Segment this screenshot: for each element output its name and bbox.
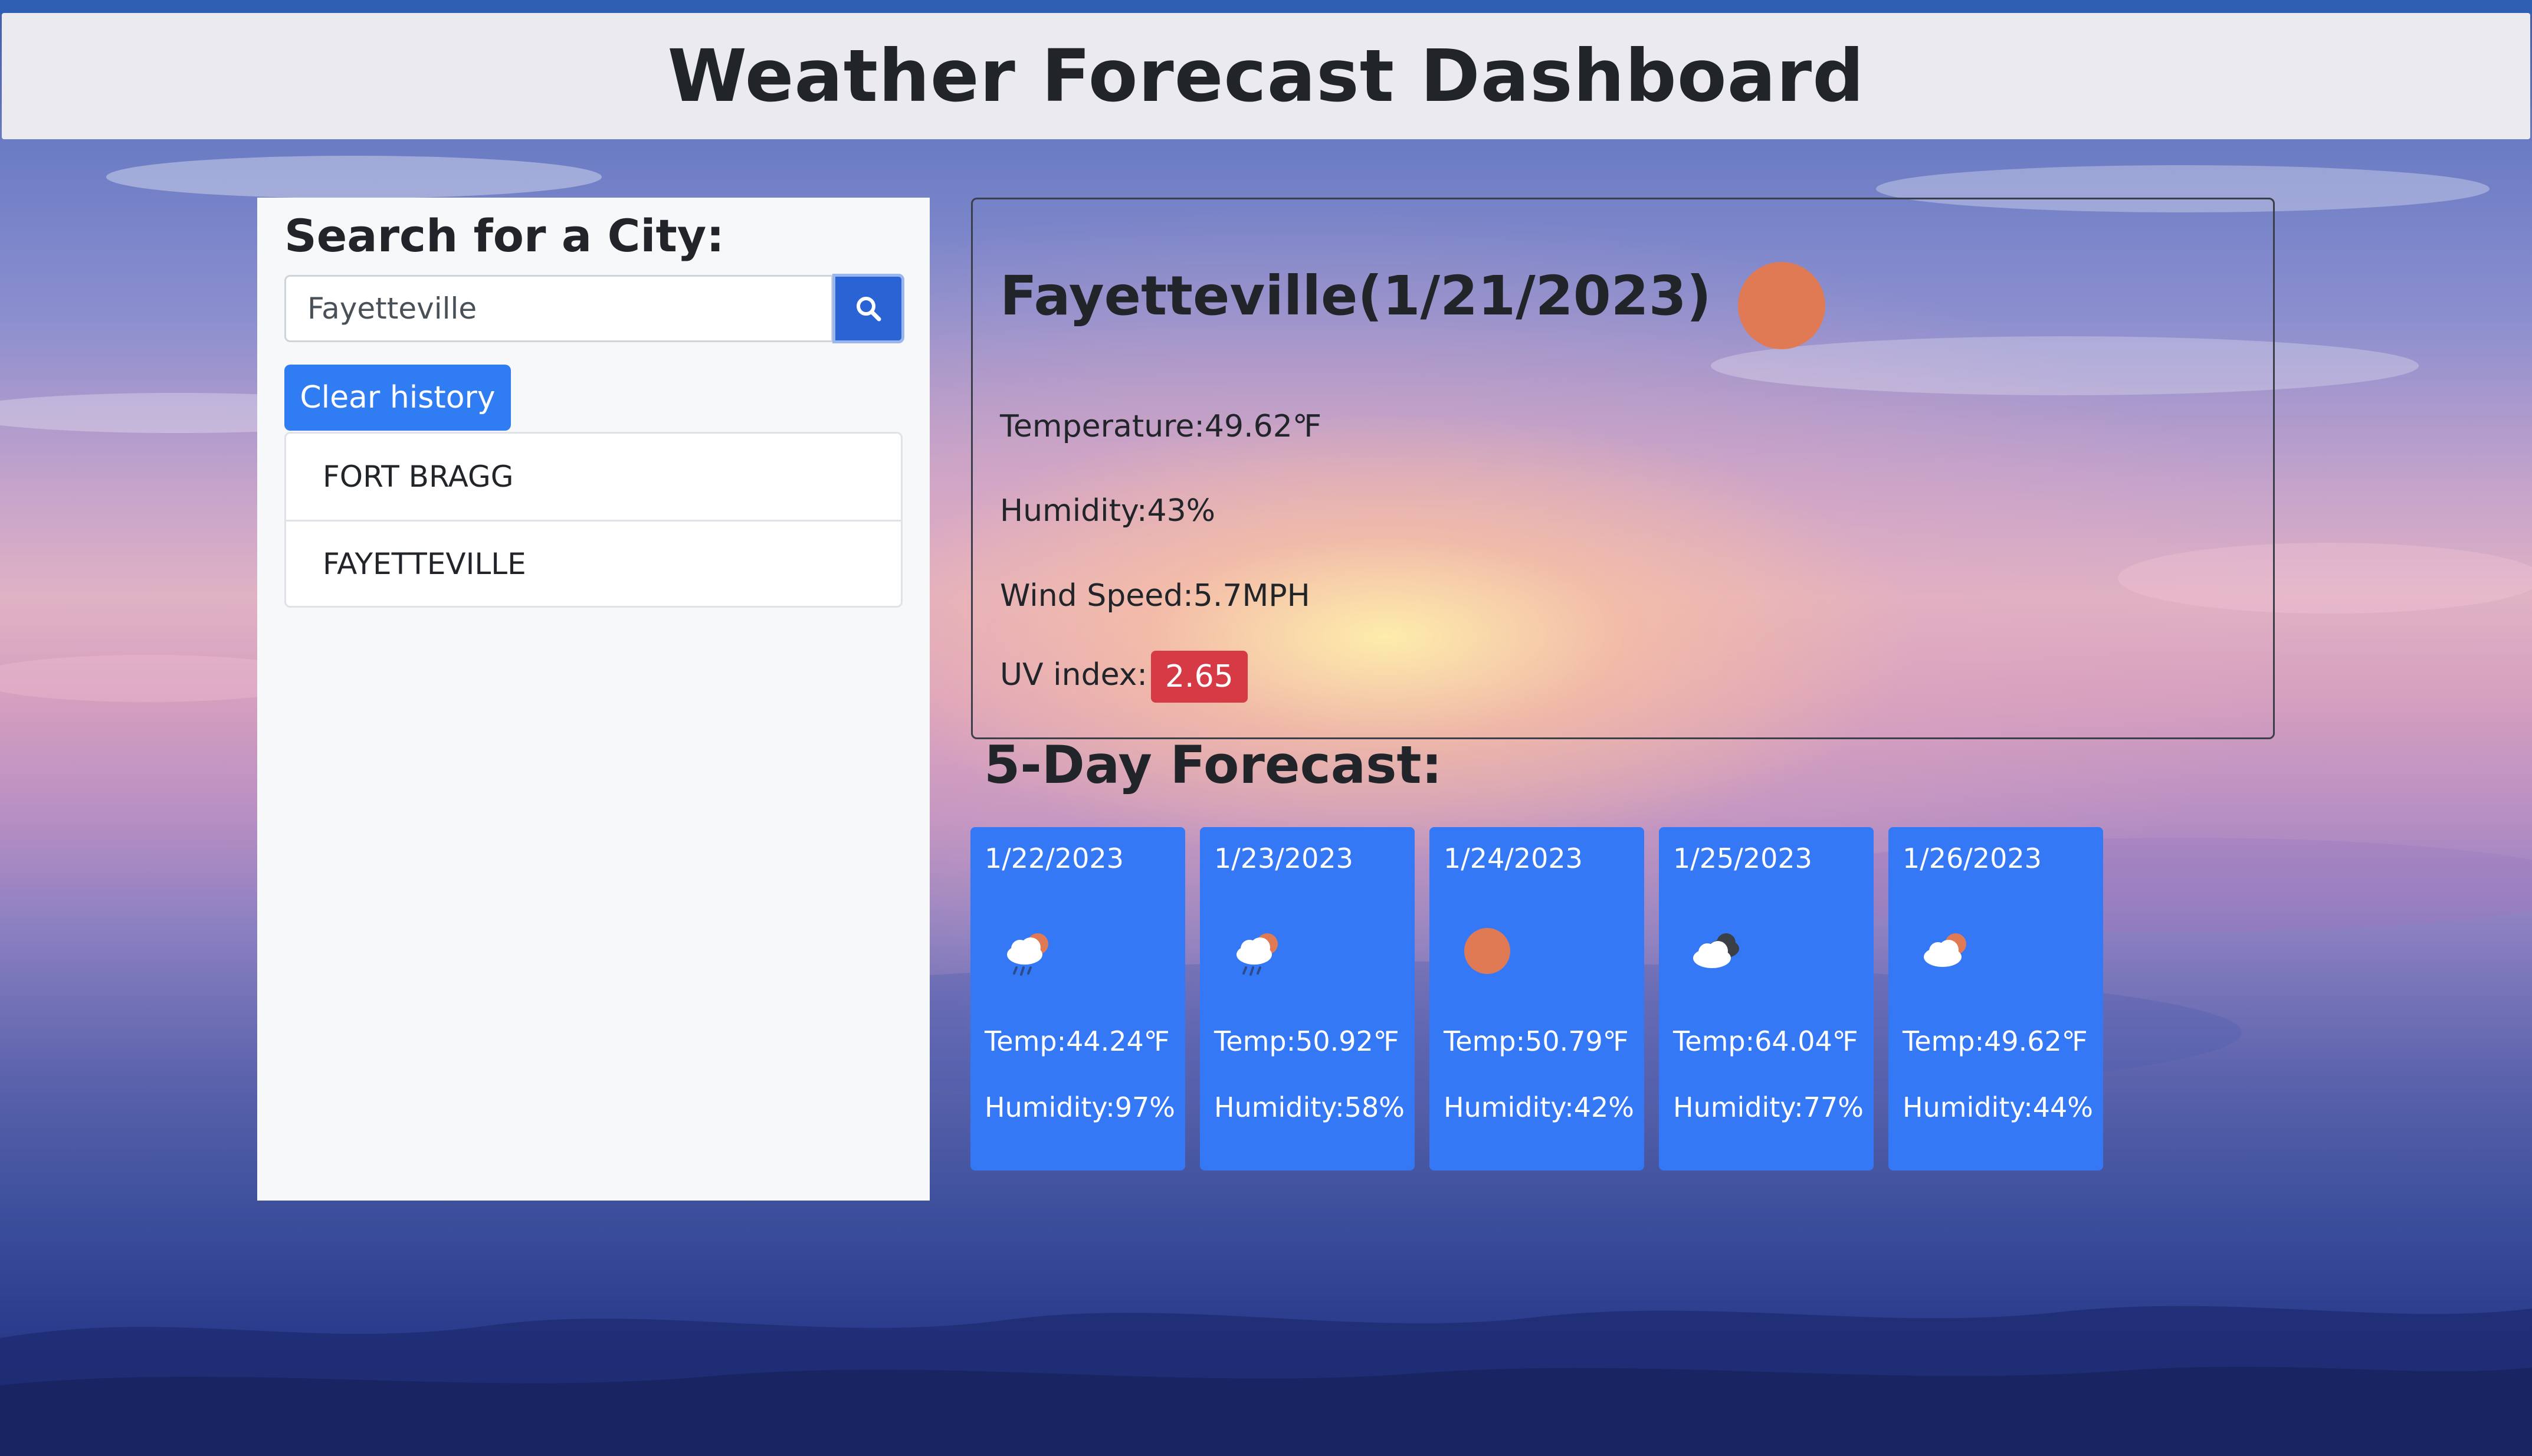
history-item-fayetteville[interactable]: FAYETTEVILLE xyxy=(286,520,901,606)
search-history-list: FORT BRAGG FAYETTEVILLE xyxy=(284,432,903,608)
rain-icon xyxy=(1007,933,1048,976)
forecast-card-day-2: 1/23/2023 Temp:50.92℉ Humidity:58% xyxy=(1200,827,1415,1170)
forecast-temp: Temp:44.24℉ xyxy=(985,1025,1170,1057)
current-temperature: Temperature:49.62℉ xyxy=(1000,409,1322,444)
search-row xyxy=(284,274,904,345)
search-sidebar: Search for a City: xyxy=(257,198,930,1201)
rain-icon xyxy=(1237,933,1278,976)
forecast-title: 5-Day Forecast: xyxy=(984,734,1442,795)
forecast-temp: Temp:49.62℉ xyxy=(1903,1025,2088,1057)
forecast-date: 1/25/2023 xyxy=(1673,842,1812,874)
forecast-date: 1/23/2023 xyxy=(1214,842,1353,874)
city-search-input[interactable] xyxy=(284,275,833,342)
current-city-date: Fayetteville(1/21/2023) xyxy=(1000,264,1711,327)
forecast-temp: Temp:50.79℉ xyxy=(1444,1025,1629,1057)
forecast-humidity: Humidity:42% xyxy=(1444,1091,1634,1123)
sun-icon xyxy=(1464,928,1510,974)
forecast-humidity: Humidity:44% xyxy=(1903,1091,2093,1123)
uv-label: UV index: xyxy=(1000,657,1147,693)
current-humidity: Humidity:43% xyxy=(1000,493,1216,529)
page-header: Weather Forecast Dashboard xyxy=(2,13,2530,139)
current-uv-row: UV index: 2.65 xyxy=(1000,651,1248,703)
forecast-date: 1/22/2023 xyxy=(985,842,1124,874)
forecast-date: 1/26/2023 xyxy=(1903,842,2042,874)
forecast-card-day-4: 1/25/2023 Temp:64.04℉ Humidity:77% xyxy=(1659,827,1874,1170)
forecast-card-day-3: 1/24/2023 Temp:50.79℉ Humidity:42% xyxy=(1429,827,1644,1170)
top-edge-band xyxy=(0,0,2532,14)
partly-cloudy-icon xyxy=(1924,933,1966,967)
sun-icon xyxy=(1738,262,1825,349)
search-icon xyxy=(857,297,881,322)
forecast-humidity: Humidity:58% xyxy=(1214,1091,1405,1123)
current-wind-speed: Wind Speed:5.7MPH xyxy=(1000,578,1310,614)
page-title: Weather Forecast Dashboard xyxy=(667,34,1865,118)
forecast-temp: Temp:50.92℉ xyxy=(1214,1025,1399,1057)
forecast-temp: Temp:64.04℉ xyxy=(1673,1025,1858,1057)
search-label: Search for a City: xyxy=(284,209,724,262)
uv-index-badge: 2.65 xyxy=(1150,651,1248,703)
clouds-icon xyxy=(1693,933,1739,968)
forecast-humidity: Humidity:97% xyxy=(985,1091,1175,1123)
forecast-card-day-1: 1/22/2023 Temp:44.24℉ Humidity:97% xyxy=(970,827,1185,1170)
forecast-date: 1/24/2023 xyxy=(1444,842,1583,874)
search-button[interactable] xyxy=(832,274,904,343)
history-item-fort-bragg[interactable]: FORT BRAGG xyxy=(286,434,901,520)
mountain-silhouette xyxy=(0,1306,2532,1456)
forecast-card-day-5: 1/26/2023 Temp:49.62℉ Humidity:44% xyxy=(1888,827,2103,1170)
clear-history-button[interactable]: Clear history xyxy=(284,365,511,431)
forecast-humidity: Humidity:77% xyxy=(1673,1091,1864,1123)
current-weather-panel: Fayetteville(1/21/2023) Temperature:49.6… xyxy=(971,198,2275,739)
